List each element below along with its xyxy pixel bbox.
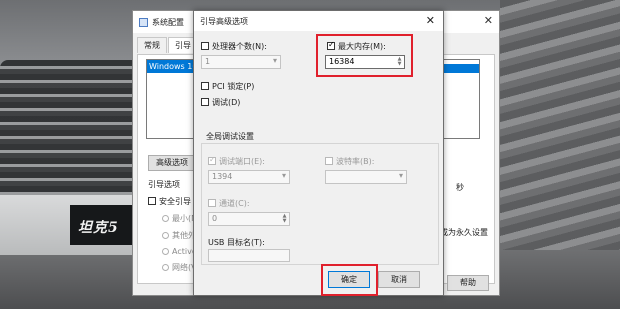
safe-boot-alternate-option[interactable]: 其他外 xyxy=(148,230,198,241)
advanced-options-button[interactable]: 高级选项 xyxy=(148,155,196,171)
radio-icon[interactable] xyxy=(162,264,169,271)
safe-boot-label: 安全引导 xyxy=(159,197,191,206)
spin-arrows-icon[interactable]: ▲ ▼ xyxy=(281,214,288,225)
num-processors-select[interactable]: 1 xyxy=(201,55,281,69)
tab-general[interactable]: 常规 xyxy=(137,37,167,53)
wallpaper-car-plate: 坦克5 xyxy=(70,205,135,245)
radio-icon[interactable] xyxy=(162,248,169,255)
channel-checkbox[interactable] xyxy=(208,199,216,207)
boot-options: 引导选项 安全引导 最小(M 其他外 Active 网络(V xyxy=(148,179,198,279)
pci-lock-option[interactable]: PCI 锁定(P) xyxy=(201,81,254,92)
boot-options-label: 引导选项 xyxy=(148,180,180,189)
safe-boot-minimal-option[interactable]: 最小(M xyxy=(148,213,198,224)
debug-checkbox[interactable] xyxy=(201,98,209,106)
baud-rate-option[interactable]: 波特率(B): xyxy=(325,156,374,167)
help-button[interactable]: 帮助 xyxy=(447,275,489,291)
advanced-boot-options-dialog: 引导高级选项 ✕ 处理器个数(N): 1 最大内存(M): 16384 ▲▼ P… xyxy=(193,10,444,296)
timeout-unit: 秒 xyxy=(456,183,464,192)
debug-port-checkbox[interactable] xyxy=(208,155,216,165)
system-config-title: 系统配置 xyxy=(152,17,184,27)
radio-icon[interactable] xyxy=(162,232,169,239)
global-debug-group-title: 全局调试设置 xyxy=(206,132,254,141)
debug-port-value: 1394 xyxy=(212,172,233,181)
baud-rate-label: 波特率(B): xyxy=(336,157,375,166)
pci-lock-label: PCI 锁定(P) xyxy=(212,82,255,91)
safe-boot-option[interactable]: 安全引导 xyxy=(148,196,198,207)
channel-input[interactable]: 0 ▲ ▼ xyxy=(208,212,290,226)
usb-target-label: USB 目标名(T): xyxy=(208,238,265,247)
max-memory-highlight xyxy=(316,34,413,77)
num-processors-checkbox[interactable] xyxy=(201,42,209,50)
baud-rate-checkbox[interactable] xyxy=(325,157,333,165)
channel-option[interactable]: 通道(C): xyxy=(208,198,250,209)
channel-value: 0 xyxy=(212,214,218,223)
close-icon[interactable]: ✕ xyxy=(484,14,493,27)
dialog-title: 引导高级选项 xyxy=(200,17,248,26)
debug-port-select[interactable]: 1394 xyxy=(208,170,290,184)
debug-port-label: 调试端口(E): xyxy=(219,157,265,166)
os-list-item[interactable]: Windows 10 (C xyxy=(147,60,197,73)
safe-boot-active-option[interactable]: Active xyxy=(148,247,198,256)
debug-port-option[interactable]: 调试端口(E): xyxy=(208,155,265,167)
channel-label: 通道(C): xyxy=(219,199,250,208)
baud-rate-select[interactable] xyxy=(325,170,407,184)
dialog-titlebar: 引导高级选项 ✕ xyxy=(194,11,443,31)
os-list[interactable]: Windows 10 (C xyxy=(146,59,198,139)
debug-option[interactable]: 调试(D) xyxy=(201,97,240,108)
safe-boot-checkbox[interactable] xyxy=(148,197,156,205)
num-processors-option[interactable]: 处理器个数(N): xyxy=(201,41,267,52)
radio-icon[interactable] xyxy=(162,215,169,222)
close-icon[interactable]: ✕ xyxy=(426,14,435,27)
usb-target-input[interactable] xyxy=(208,249,290,262)
pci-lock-checkbox[interactable] xyxy=(201,82,209,90)
cancel-button[interactable]: 取消 xyxy=(378,271,420,288)
safe-boot-network-option[interactable]: 网络(V xyxy=(148,262,198,273)
system-config-icon xyxy=(139,17,148,27)
num-processors-value: 1 xyxy=(205,57,211,66)
wallpaper-car-grille xyxy=(0,60,135,210)
ok-button-highlight xyxy=(321,264,378,296)
global-debug-group: 调试端口(E): 1394 波特率(B): 通道(C): 0 ▲▼ USB 目标… xyxy=(201,143,439,265)
num-processors-label: 处理器个数(N): xyxy=(212,42,267,51)
debug-label: 调试(D) xyxy=(212,98,241,107)
